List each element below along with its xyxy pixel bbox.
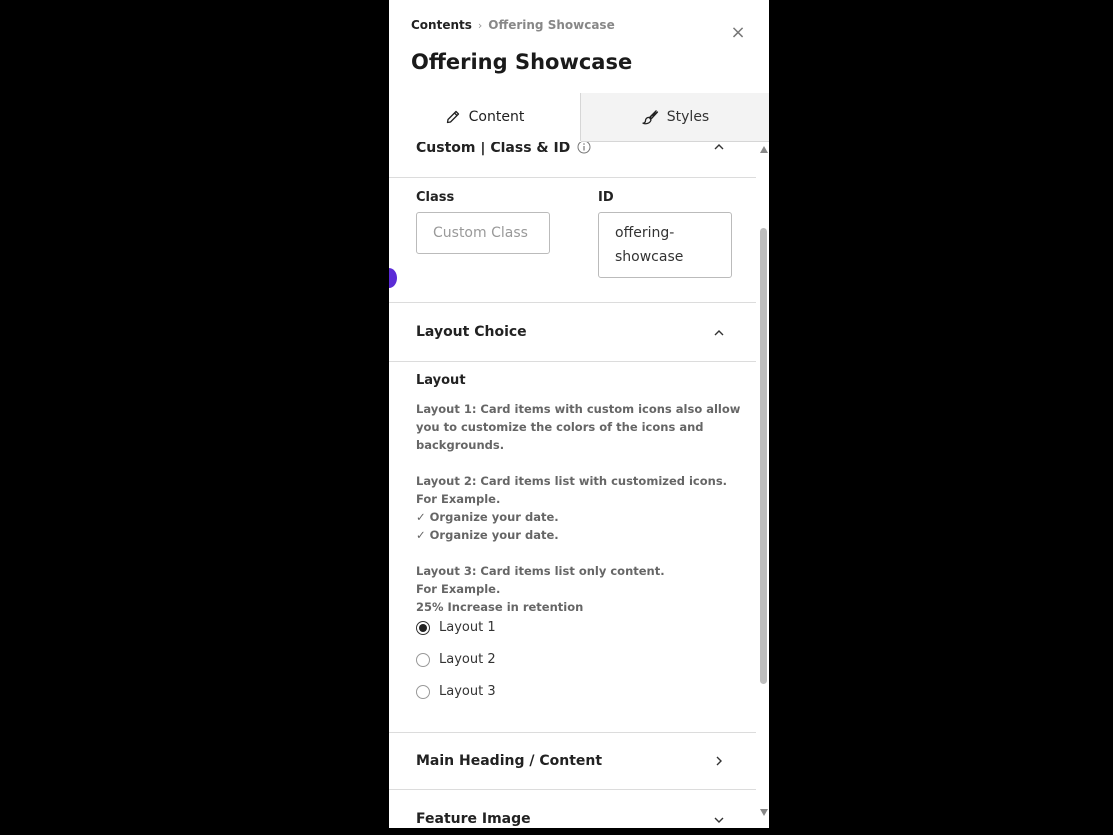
layout-3-label: Layout 3 bbox=[439, 684, 496, 699]
breadcrumb-current: Offering Showcase bbox=[488, 18, 615, 32]
divider bbox=[389, 302, 756, 303]
description-line bbox=[416, 544, 736, 562]
tab-bar: Content Styles bbox=[389, 93, 769, 142]
close-icon[interactable]: × bbox=[729, 24, 747, 42]
custom-section-header[interactable]: Custom | Class & ID bbox=[389, 142, 756, 156]
layout-section-header[interactable]: Layout Choice bbox=[389, 324, 756, 342]
class-input[interactable]: Custom Class bbox=[416, 212, 550, 254]
tab-content[interactable]: Content bbox=[389, 93, 581, 141]
radio-checked-icon[interactable] bbox=[416, 620, 430, 635]
pencil-icon bbox=[446, 110, 459, 124]
feature-image-section-title: Feature Image bbox=[416, 811, 531, 827]
description-line bbox=[416, 454, 736, 472]
layout-3-radio-option[interactable]: Layout 3 bbox=[416, 684, 496, 699]
divider bbox=[389, 732, 756, 733]
panel-body: Custom | Class & ID Class Custom Class I… bbox=[389, 142, 756, 828]
description-line: you to customize the colors of the icons… bbox=[416, 420, 704, 434]
layout-section-title: Layout Choice bbox=[416, 324, 527, 340]
radio-unchecked-icon[interactable] bbox=[416, 684, 430, 699]
feature-image-section-header[interactable]: Feature Image bbox=[389, 811, 756, 828]
description-line: ✓ Organize your date. bbox=[416, 510, 559, 524]
description-line: Layout 1: Card items with custom icons a… bbox=[416, 402, 741, 416]
tab-content-label: Content bbox=[468, 109, 525, 125]
divider bbox=[389, 789, 756, 790]
layout-field-label: Layout bbox=[416, 373, 466, 388]
class-input-placeholder: Custom Class bbox=[433, 225, 528, 241]
custom-section-title-text: Custom | Class & ID bbox=[416, 142, 571, 156]
description-line: ✓ Organize your date. bbox=[416, 528, 559, 542]
scroll-down-arrow-icon[interactable] bbox=[760, 809, 768, 816]
scrollbar[interactable] bbox=[758, 142, 769, 828]
id-label: ID bbox=[598, 190, 614, 205]
info-icon bbox=[577, 142, 591, 154]
breadcrumb-contents-link[interactable]: Contents bbox=[411, 18, 472, 32]
description-line: backgrounds. bbox=[416, 438, 505, 452]
divider bbox=[389, 177, 756, 178]
chevron-right-icon[interactable] bbox=[712, 754, 726, 768]
class-label: Class bbox=[416, 190, 455, 205]
description-line: Layout 3: Card items list only content. bbox=[416, 564, 665, 578]
backdrop-edge bbox=[369, 260, 389, 300]
description-line: For Example. bbox=[416, 492, 501, 506]
scrollbar-thumb[interactable] bbox=[760, 228, 767, 684]
description-line: For Example. bbox=[416, 582, 501, 596]
chevron-up-icon[interactable] bbox=[712, 326, 726, 340]
breadcrumb-separator-icon: › bbox=[477, 19, 483, 32]
custom-section-title: Custom | Class & ID bbox=[416, 142, 591, 156]
id-input-value: offering-showcase bbox=[615, 225, 684, 265]
layout-2-label: Layout 2 bbox=[439, 652, 496, 667]
brush-icon bbox=[642, 110, 658, 125]
breadcrumb: Contents › Offering Showcase bbox=[411, 18, 615, 32]
panel-header: Contents › Offering Showcase Offering Show… bbox=[389, 0, 769, 95]
settings-panel: Contents › Offering Showcase Offering Show… bbox=[389, 0, 769, 828]
main-heading-section-header[interactable]: Main Heading / Content bbox=[389, 753, 756, 771]
main-heading-section-title: Main Heading / Content bbox=[416, 753, 603, 769]
chevron-up-icon[interactable] bbox=[712, 142, 726, 154]
scroll-up-arrow-icon[interactable] bbox=[760, 146, 768, 153]
radio-unchecked-icon[interactable] bbox=[416, 652, 430, 667]
divider bbox=[389, 361, 756, 362]
description-line: 25% Increase in retention bbox=[416, 600, 584, 614]
panel-title: Offering Showcase bbox=[411, 50, 633, 74]
layout-description: Layout 1: Card items with custom icons a… bbox=[416, 400, 741, 616]
chevron-down-icon[interactable] bbox=[712, 813, 726, 827]
tab-styles-label: Styles bbox=[666, 109, 710, 125]
layout-2-radio-option[interactable]: Layout 2 bbox=[416, 652, 496, 667]
description-line: Layout 2: Card items list with customize… bbox=[416, 474, 728, 488]
layout-1-label: Layout 1 bbox=[439, 620, 496, 635]
id-input[interactable]: offering-showcase bbox=[598, 212, 732, 278]
tab-styles[interactable]: Styles bbox=[581, 93, 769, 142]
layout-1-radio-option[interactable]: Layout 1 bbox=[416, 620, 496, 635]
